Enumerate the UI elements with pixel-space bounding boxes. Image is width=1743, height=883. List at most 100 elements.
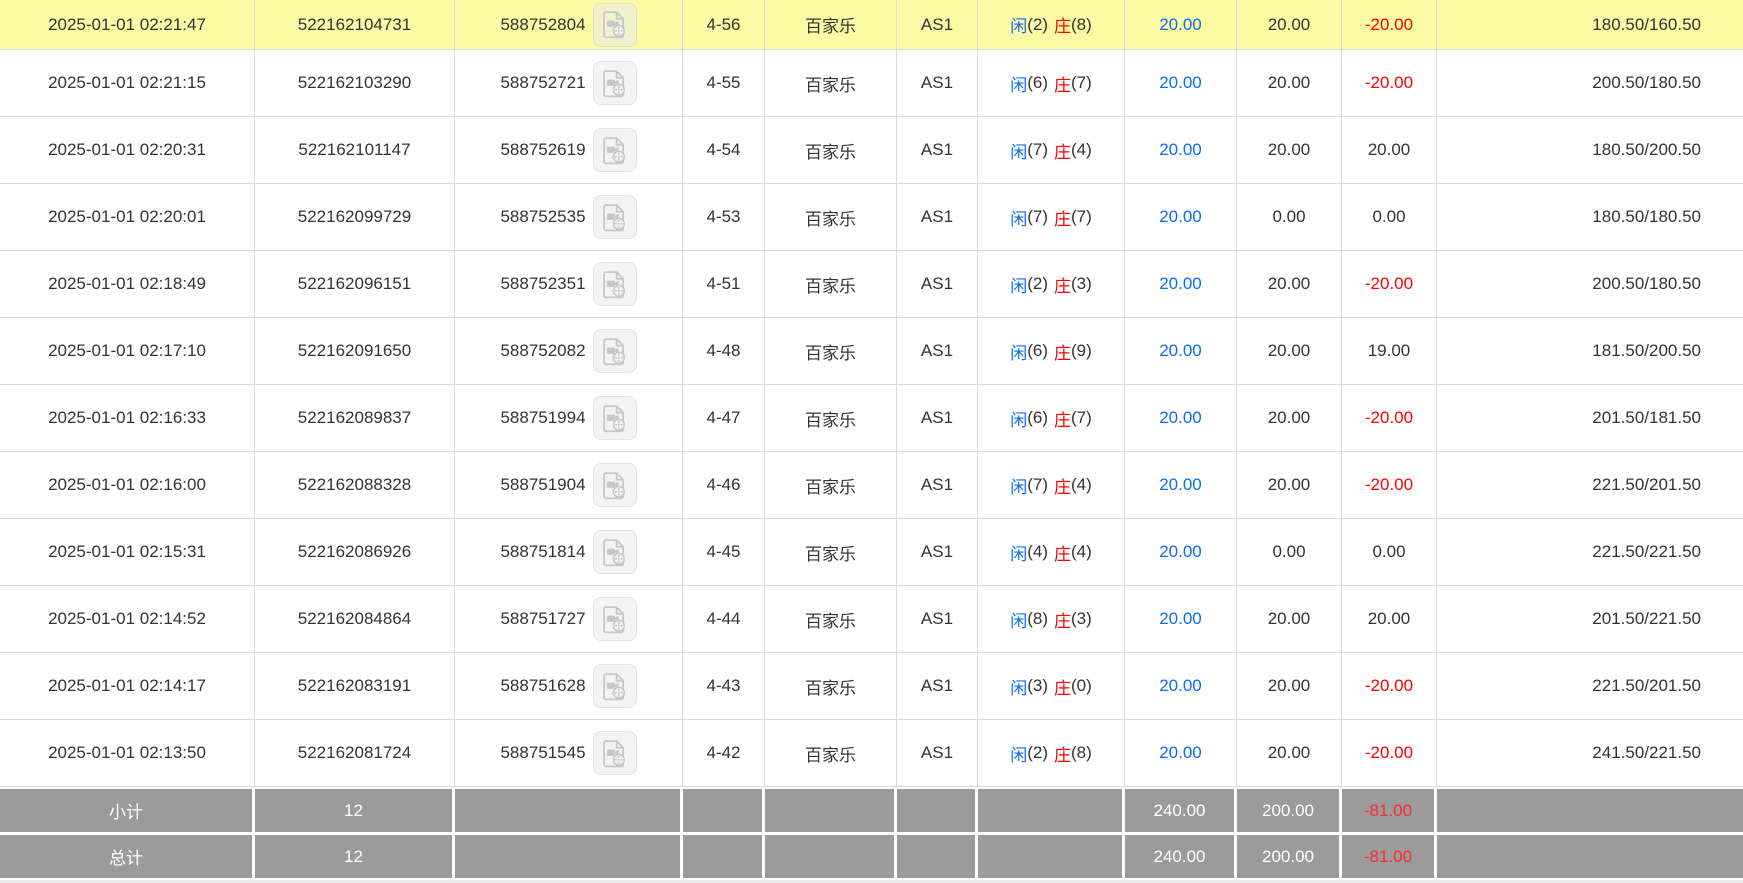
bet-amount-link[interactable]: 20.00 <box>1125 385 1237 451</box>
result-cell: 闲(4) 庄(4) <box>978 519 1125 585</box>
video-replay-button[interactable] <box>593 396 637 440</box>
summary-row: 小计 12 240.00 200.00 -81.00 <box>0 789 1743 832</box>
summary-valid-total-cell: 200.00 <box>1237 835 1342 878</box>
valid-amount-cell: 20.00 <box>1237 720 1342 786</box>
player-label: 闲 <box>1010 607 1027 632</box>
bet-record-row: 2025-01-01 02:17:10 522162091650 5887520… <box>0 318 1743 385</box>
bet-time-cell: 2025-01-01 02:21:15 <box>0 50 255 116</box>
banker-label: 庄 <box>1054 473 1071 498</box>
video-replay-icon <box>601 270 628 299</box>
player-label: 闲 <box>1010 741 1027 766</box>
player-label: 闲 <box>1010 272 1027 297</box>
banker-label: 庄 <box>1054 406 1071 431</box>
video-replay-icon <box>601 136 628 165</box>
player-points: (2) <box>1027 743 1048 763</box>
video-replay-button[interactable] <box>593 128 637 172</box>
bet-amount-link[interactable]: 20.00 <box>1125 653 1237 719</box>
bet-id-cell: 522162101147 <box>255 117 455 183</box>
bet-time-cell: 2025-01-01 02:14:17 <box>0 653 255 719</box>
bet-id-cell: 522162099729 <box>255 184 455 250</box>
video-replay-icon <box>601 10 628 39</box>
table-name-cell: AS1 <box>897 184 978 250</box>
player-label: 闲 <box>1010 674 1027 699</box>
game-round-id-cell: 588751994 <box>455 385 683 451</box>
game-type-cell: 百家乐 <box>765 184 897 250</box>
banker-points: (0) <box>1071 676 1092 696</box>
bet-id-cell: 522162088328 <box>255 452 455 518</box>
player-label: 闲 <box>1010 540 1027 565</box>
video-replay-button[interactable] <box>593 195 637 239</box>
winloss-cell: -20.00 <box>1342 653 1437 719</box>
bet-time-cell: 2025-01-01 02:14:52 <box>0 586 255 652</box>
video-replay-button[interactable] <box>593 329 637 373</box>
video-replay-button[interactable] <box>593 597 637 641</box>
winloss-cell: -20.00 <box>1342 452 1437 518</box>
game-round-id-cell: 588751628 <box>455 653 683 719</box>
player-points: (8) <box>1027 609 1048 629</box>
video-replay-icon <box>601 739 628 768</box>
result-cell: 闲(7) 庄(7) <box>978 184 1125 250</box>
winloss-cell: 0.00 <box>1342 519 1437 585</box>
round-id-text: 588752082 <box>500 341 585 361</box>
banker-label: 庄 <box>1054 205 1071 230</box>
result-cell: 闲(3) 庄(0) <box>978 653 1125 719</box>
bet-id-cell: 522162096151 <box>255 251 455 317</box>
game-type-cell: 百家乐 <box>765 117 897 183</box>
result-cell: 闲(6) 庄(9) <box>978 318 1125 384</box>
bet-id-cell: 522162081724 <box>255 720 455 786</box>
banker-label: 庄 <box>1054 71 1071 96</box>
table-name-cell: AS1 <box>897 519 978 585</box>
player-label: 闲 <box>1010 12 1027 37</box>
game-round-id-cell: 588752351 <box>455 251 683 317</box>
video-replay-icon <box>601 605 628 634</box>
bet-time-cell: 2025-01-01 02:16:00 <box>0 452 255 518</box>
game-round-id-cell: 588752082 <box>455 318 683 384</box>
player-label: 闲 <box>1010 339 1027 364</box>
game-round-id-cell: 588751814 <box>455 519 683 585</box>
summary-empty-cell <box>765 789 897 832</box>
bet-amount-link[interactable]: 20.00 <box>1125 50 1237 116</box>
video-replay-button[interactable] <box>593 61 637 105</box>
video-replay-icon <box>601 203 628 232</box>
summary-empty-cell <box>1437 789 1743 832</box>
banker-points: (8) <box>1071 15 1092 35</box>
bet-amount-link[interactable]: 20.00 <box>1125 720 1237 786</box>
video-replay-button[interactable] <box>593 530 637 574</box>
bet-id-cell: 522162091650 <box>255 318 455 384</box>
game-round-id-cell: 588752721 <box>455 50 683 116</box>
game-type-cell: 百家乐 <box>765 519 897 585</box>
bet-amount-link[interactable]: 20.00 <box>1125 586 1237 652</box>
valid-amount-cell: 20.00 <box>1237 0 1342 49</box>
bet-amount-link[interactable]: 20.00 <box>1125 452 1237 518</box>
video-replay-button[interactable] <box>593 262 637 306</box>
banker-label: 庄 <box>1054 272 1071 297</box>
bet-amount-link[interactable]: 20.00 <box>1125 117 1237 183</box>
game-round-id-cell: 588751545 <box>455 720 683 786</box>
video-replay-button[interactable] <box>593 731 637 775</box>
round-id-text: 588751814 <box>500 542 585 562</box>
winloss-cell: -20.00 <box>1342 251 1437 317</box>
video-replay-button[interactable] <box>593 463 637 507</box>
player-label: 闲 <box>1010 138 1027 163</box>
balance-cell: 180.50/180.50 <box>1437 184 1743 250</box>
table-name-cell: AS1 <box>897 586 978 652</box>
bet-amount-link[interactable]: 20.00 <box>1125 519 1237 585</box>
result-cell: 闲(6) 庄(7) <box>978 50 1125 116</box>
bet-amount-link[interactable]: 20.00 <box>1125 251 1237 317</box>
summary-bet-total-cell: 240.00 <box>1125 835 1237 878</box>
balance-cell: 180.50/200.50 <box>1437 117 1743 183</box>
bet-amount-link[interactable]: 20.00 <box>1125 0 1237 49</box>
bet-amount-link[interactable]: 20.00 <box>1125 318 1237 384</box>
bet-amount-link[interactable]: 20.00 <box>1125 184 1237 250</box>
summary-empty-cell <box>978 835 1125 878</box>
round-id-text: 588752619 <box>500 140 585 160</box>
player-points: (7) <box>1027 475 1048 495</box>
result-cell: 闲(8) 庄(3) <box>978 586 1125 652</box>
summary-empty-cell <box>683 835 765 878</box>
bet-record-row: 2025-01-01 02:16:00 522162088328 5887519… <box>0 452 1743 519</box>
summary-valid-total-cell: 200.00 <box>1237 789 1342 832</box>
video-replay-button[interactable] <box>593 3 637 47</box>
video-replay-button[interactable] <box>593 664 637 708</box>
table-name-cell: AS1 <box>897 452 978 518</box>
result-cell: 闲(7) 庄(4) <box>978 452 1125 518</box>
